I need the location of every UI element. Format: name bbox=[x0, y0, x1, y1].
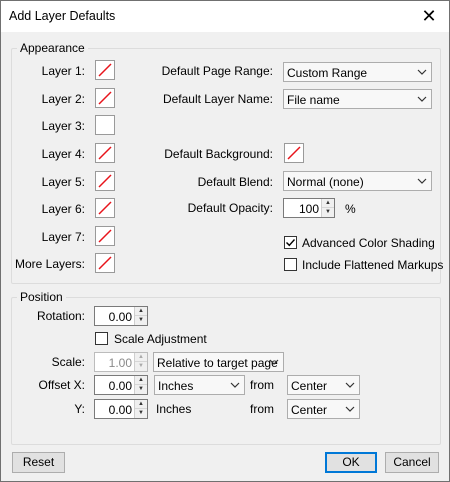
appearance-legend: Appearance bbox=[17, 41, 88, 55]
layer-6-label: Layer 6: bbox=[41, 202, 85, 216]
scale-adjustment-checkbox[interactable] bbox=[95, 332, 108, 345]
default-page-range-select[interactable]: Custom Range bbox=[283, 62, 432, 82]
layer-1-color-swatch[interactable] bbox=[95, 60, 115, 80]
spinner-down-arrow-icon[interactable]: ▼ bbox=[135, 362, 147, 371]
layer-5-label: Layer 5: bbox=[41, 175, 85, 189]
rotation-label: Rotation: bbox=[36, 309, 85, 323]
default-opacity-label: Default Opacity: bbox=[187, 201, 273, 215]
scale-value: 1.00 bbox=[108, 356, 132, 370]
more-layers-color-swatch[interactable] bbox=[95, 253, 115, 273]
checkmark-icon bbox=[286, 239, 296, 247]
spinner-down-arrow-icon[interactable]: ▼ bbox=[135, 316, 147, 325]
layer-3-label: Layer 3: bbox=[41, 119, 85, 133]
offset-y-value: 0.00 bbox=[108, 403, 132, 417]
chevron-down-icon bbox=[417, 69, 427, 75]
offset-x-value: 0.00 bbox=[108, 379, 132, 393]
dialog-window: Add Layer Defaults ✕ Appearance Layer 1:… bbox=[0, 0, 450, 482]
rotation-spinner[interactable]: 0.00 ▲ ▼ bbox=[94, 306, 148, 326]
title-bar: Add Layer Defaults ✕ bbox=[1, 1, 449, 32]
advanced-color-shading-label: Advanced Color Shading bbox=[302, 236, 435, 250]
spinner-down-arrow-icon[interactable]: ▼ bbox=[322, 208, 334, 217]
spinner-arrows: ▲ ▼ bbox=[134, 307, 147, 325]
offset-x-label: Offset X: bbox=[38, 378, 85, 392]
layer-4-color-swatch[interactable] bbox=[95, 143, 115, 163]
spinner-up-arrow-icon[interactable]: ▲ bbox=[322, 199, 334, 208]
scale-mode-value: Relative to target page bbox=[157, 356, 278, 370]
scale-label: Scale: bbox=[51, 355, 85, 369]
layer-6-color-swatch[interactable] bbox=[95, 198, 115, 218]
offset-x-unit-value: Inches bbox=[158, 379, 194, 393]
offset-y-label: Y: bbox=[74, 402, 85, 416]
offset-y-unit-label: Inches bbox=[156, 402, 192, 416]
include-flattened-markups-label: Include Flattened Markups bbox=[302, 258, 444, 272]
reset-button[interactable]: Reset bbox=[12, 452, 65, 473]
default-layer-name-select[interactable]: File name bbox=[283, 89, 432, 109]
default-background-label: Default Background: bbox=[164, 147, 273, 161]
layer-3-color-swatch[interactable] bbox=[95, 115, 115, 135]
layer-2-label: Layer 2: bbox=[41, 92, 85, 106]
spinner-arrows: ▲ ▼ bbox=[321, 199, 334, 217]
default-background-color-swatch[interactable] bbox=[284, 143, 304, 163]
offset-x-spinner[interactable]: 0.00 ▲ ▼ bbox=[94, 375, 148, 395]
dialog-title: Add Layer Defaults bbox=[9, 9, 116, 23]
spinner-up-arrow-icon[interactable]: ▲ bbox=[135, 353, 147, 362]
scale-mode-select[interactable]: Relative to target page bbox=[153, 352, 284, 372]
default-blend-select[interactable]: Normal (none) bbox=[283, 171, 432, 191]
spinner-up-arrow-icon[interactable]: ▲ bbox=[135, 376, 147, 385]
ok-button[interactable]: OK bbox=[325, 452, 377, 473]
default-blend-value: Normal (none) bbox=[287, 175, 364, 189]
chevron-down-icon bbox=[345, 382, 355, 388]
layer-7-label: Layer 7: bbox=[41, 230, 85, 244]
spinner-down-arrow-icon[interactable]: ▼ bbox=[135, 385, 147, 394]
offset-x-unit-select[interactable]: Inches bbox=[154, 375, 245, 395]
layer-7-color-swatch[interactable] bbox=[95, 226, 115, 246]
default-page-range-value: Custom Range bbox=[287, 66, 368, 80]
chevron-down-icon bbox=[269, 359, 279, 365]
close-icon[interactable]: ✕ bbox=[419, 6, 439, 26]
offset-y-from-label: from bbox=[250, 402, 274, 416]
more-layers-label: More Layers: bbox=[14, 257, 85, 271]
spinner-up-arrow-icon[interactable]: ▲ bbox=[135, 400, 147, 409]
chevron-down-icon bbox=[230, 382, 240, 388]
spinner-arrows: ▲ ▼ bbox=[134, 400, 147, 418]
default-layer-name-label: Default Layer Name: bbox=[162, 92, 273, 106]
spinner-down-arrow-icon[interactable]: ▼ bbox=[135, 409, 147, 418]
chevron-down-icon bbox=[345, 406, 355, 412]
cancel-button[interactable]: Cancel bbox=[385, 452, 439, 473]
layer-5-color-swatch[interactable] bbox=[95, 171, 115, 191]
offset-y-from-select[interactable]: Center bbox=[287, 399, 360, 419]
offset-x-from-select[interactable]: Center bbox=[287, 375, 360, 395]
default-opacity-spinner[interactable]: 100 ▲ ▼ bbox=[283, 198, 335, 218]
default-opacity-value: 100 bbox=[298, 202, 319, 216]
layer-1-label: Layer 1: bbox=[41, 64, 85, 78]
offset-x-from-label: from bbox=[250, 378, 274, 392]
scale-spinner[interactable]: 1.00 ▲ ▼ bbox=[94, 352, 148, 372]
default-blend-label: Default Blend: bbox=[197, 175, 273, 189]
position-legend: Position bbox=[17, 290, 66, 304]
default-layer-name-value: File name bbox=[287, 93, 340, 107]
offset-x-from-value: Center bbox=[291, 379, 328, 393]
default-page-range-label: Default Page Range: bbox=[161, 64, 273, 78]
spinner-up-arrow-icon[interactable]: ▲ bbox=[135, 307, 147, 316]
chevron-down-icon bbox=[417, 178, 427, 184]
rotation-value: 0.00 bbox=[108, 310, 132, 324]
offset-y-spinner[interactable]: 0.00 ▲ ▼ bbox=[94, 399, 148, 419]
advanced-color-shading-checkbox[interactable] bbox=[284, 236, 297, 249]
layer-2-color-swatch[interactable] bbox=[95, 88, 115, 108]
offset-y-from-value: Center bbox=[291, 403, 328, 417]
opacity-unit-label: % bbox=[345, 202, 356, 216]
scale-adjustment-label: Scale Adjustment bbox=[114, 332, 207, 346]
spinner-arrows: ▲ ▼ bbox=[134, 376, 147, 394]
layer-4-label: Layer 4: bbox=[41, 147, 85, 161]
spinner-arrows: ▲ ▼ bbox=[134, 353, 147, 371]
include-flattened-markups-checkbox[interactable] bbox=[284, 258, 297, 271]
chevron-down-icon bbox=[417, 96, 427, 102]
